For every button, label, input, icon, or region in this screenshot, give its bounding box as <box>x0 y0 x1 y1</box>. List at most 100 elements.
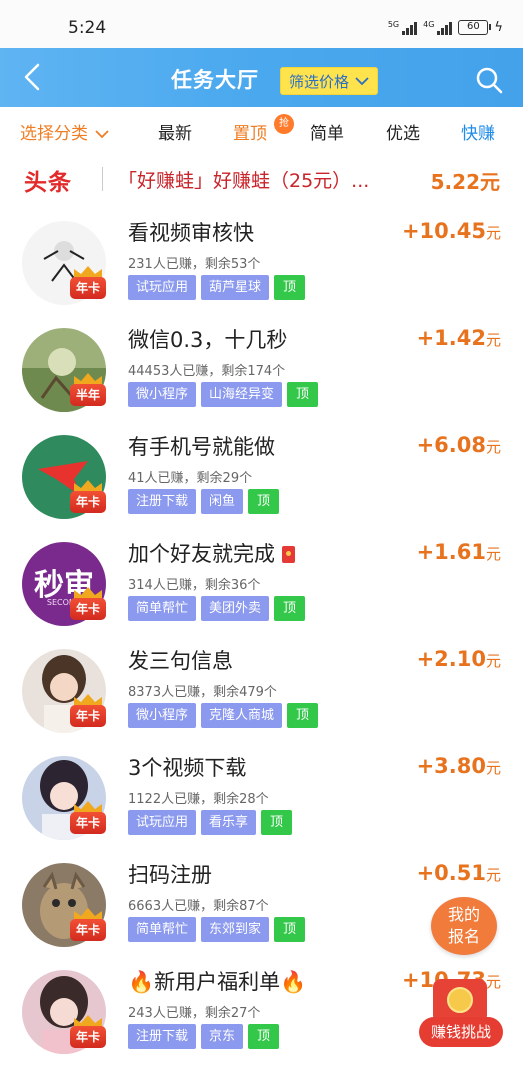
crown-badge: 半年 <box>68 372 108 412</box>
task-price: +10.45元 <box>401 219 501 243</box>
red-envelope-icon <box>281 546 295 563</box>
task-meta: 1122人已赚，剩余28个 <box>128 792 269 807</box>
tab-fast[interactable]: 快赚 <box>461 119 495 144</box>
task-title: 看视频审核快 <box>128 221 254 245</box>
task-tag: 注册下载 <box>128 489 197 514</box>
task-tags: 试玩应用 葫芦星球 顶 <box>128 275 306 300</box>
crown-badge: 年卡 <box>68 586 108 626</box>
task-title: 扫码注册 <box>128 863 212 887</box>
headline-tag: 头条 <box>24 170 72 196</box>
task-tag: 克隆人商城 <box>201 703 283 728</box>
task-tag: 简单帮忙 <box>128 917 197 942</box>
task-avatar: 年卡 <box>22 863 106 947</box>
signal-4g-label: 4G <box>423 19 435 29</box>
task-meta: 6663人已赚，剩余87个 <box>128 899 269 914</box>
page-title: 任务大厅 <box>171 68 259 92</box>
task-row[interactable]: 秒审 SECOND 年卡 加个好友就完成 314人已赚，剩余36个 简单帮忙 美… <box>0 526 523 633</box>
task-row[interactable]: 年卡 3个视频下载 1122人已赚，剩余28个 试玩应用 看乐享 顶 +3.80… <box>0 740 523 847</box>
task-tags: 简单帮忙 东郊到家 顶 <box>128 917 306 942</box>
headline-price: 5.22元 <box>430 170 500 194</box>
coin-icon <box>447 987 473 1013</box>
category-tabs: 选择分类 最新 置顶 简单 优选 快赚 <box>0 107 523 153</box>
my-signup-button[interactable]: 我的 报名 <box>431 897 497 955</box>
task-meta: 44453人已赚，剩余174个 <box>128 364 286 379</box>
task-tag: 美团外卖 <box>201 596 270 621</box>
task-price: +3.80元 <box>416 754 501 778</box>
task-price: +6.08元 <box>416 433 501 457</box>
task-meta: 8373人已赚，剩余479个 <box>128 685 277 700</box>
search-icon[interactable] <box>475 66 503 94</box>
task-title: 🔥新用户福利单🔥 <box>128 970 307 994</box>
app-header: 任务大厅 筛选价格 <box>0 48 523 107</box>
task-title: 有手机号就能做 <box>128 435 275 459</box>
task-top-tag: 顶 <box>261 810 293 835</box>
task-tag: 试玩应用 <box>128 275 197 300</box>
task-row[interactable]: 年卡 看视频审核快 231人已赚，剩余53个 试玩应用 葫芦星球 顶 +10.4… <box>0 205 523 312</box>
signal-4g-icon: 4G <box>423 19 453 35</box>
task-row[interactable]: 年卡 有手机号就能做 41人已赚，剩余29个 注册下载 闲鱼 顶 +6.08元 <box>0 419 523 526</box>
my-signup-line2: 报名 <box>447 927 480 946</box>
task-tag: 葫芦星球 <box>201 275 270 300</box>
task-avatar: 年卡 <box>22 970 106 1054</box>
charging-icon: ϟ <box>494 20 503 35</box>
filter-price-label: 筛选价格 <box>289 72 350 91</box>
battery-level: 60 <box>467 21 480 32</box>
task-top-tag: 顶 <box>248 489 280 514</box>
task-meta: 41人已赚，剩余29个 <box>128 471 253 486</box>
task-avatar: 年卡 <box>22 756 106 840</box>
crown-badge: 年卡 <box>68 800 108 840</box>
task-meta: 314人已赚，剩余36个 <box>128 578 261 593</box>
task-tags: 简单帮忙 美团外卖 顶 <box>128 596 306 621</box>
status-indicators: 5G 4G 60 ϟ <box>388 20 503 35</box>
task-tag: 简单帮忙 <box>128 596 197 621</box>
tab-top[interactable]: 置顶 <box>233 119 267 144</box>
task-tag: 闲鱼 <box>201 489 244 514</box>
task-meta: 243人已赚，剩余27个 <box>128 1006 261 1021</box>
task-row[interactable]: 半年 微信0.3，十几秒 44453人已赚，剩余174个 微小程序 山海经异变 … <box>0 312 523 419</box>
tab-category-label: 选择分类 <box>20 124 88 144</box>
earn-challenge-label: 赚钱挑战 <box>419 1017 503 1047</box>
signal-5g-label: 5G <box>387 19 400 29</box>
task-top-tag: 顶 <box>274 275 306 300</box>
task-avatar: 年卡 <box>22 221 106 305</box>
crown-badge: 年卡 <box>68 479 108 519</box>
filter-price-button[interactable]: 筛选价格 <box>280 67 379 95</box>
tab-category[interactable]: 选择分类 <box>20 119 110 144</box>
task-tag: 山海经异变 <box>201 382 283 407</box>
signal-5g-icon: 5G <box>387 19 418 35</box>
task-tags: 注册下载 闲鱼 顶 <box>128 489 280 514</box>
tab-latest[interactable]: 最新 <box>158 119 192 144</box>
task-title: 加个好友就完成 <box>128 538 295 568</box>
crown-badge: 年卡 <box>68 693 108 733</box>
headline-banner[interactable]: 头条 「好赚蛙」好赚蛙（25元）... 5.22元 <box>0 153 523 205</box>
status-time: 5:24 <box>68 18 107 38</box>
app-root: 5:24 5G 4G 60 ϟ 任务大厅 筛选价格 选择分类 最新 置顶 简单 … <box>0 0 523 1067</box>
task-price: +2.10元 <box>416 647 501 671</box>
task-tags: 注册下载 京东 顶 <box>128 1024 280 1049</box>
task-tags: 试玩应用 看乐享 顶 <box>128 810 293 835</box>
back-icon[interactable] <box>20 62 46 92</box>
task-top-tag: 顶 <box>287 382 319 407</box>
tab-simple[interactable]: 简单 <box>310 119 344 144</box>
task-row[interactable]: 年卡 发三句信息 8373人已赚，剩余479个 微小程序 克隆人商城 顶 +2.… <box>0 633 523 740</box>
task-tag: 注册下载 <box>128 1024 197 1049</box>
task-tags: 微小程序 山海经异变 顶 <box>128 382 319 407</box>
tab-preferred[interactable]: 优选 <box>386 119 420 144</box>
task-title: 3个视频下载 <box>128 756 247 780</box>
task-avatar: 年卡 <box>22 649 106 733</box>
task-meta: 231人已赚，剩余53个 <box>128 257 261 272</box>
chevron-down-icon <box>95 130 110 139</box>
task-tag: 微小程序 <box>128 382 197 407</box>
crown-badge: 年卡 <box>68 1014 108 1054</box>
task-top-tag: 顶 <box>287 703 319 728</box>
battery-icon: 60 <box>458 20 492 35</box>
task-tags: 微小程序 克隆人商城 顶 <box>128 703 319 728</box>
task-tag: 试玩应用 <box>128 810 197 835</box>
headline-text: 「好赚蛙」好赚蛙（25元）... <box>118 170 370 192</box>
headline-divider <box>102 167 103 191</box>
task-price: +0.51元 <box>416 861 501 885</box>
crown-badge: 年卡 <box>68 265 108 305</box>
earn-challenge-button[interactable]: 赚钱挑战 <box>419 979 503 1049</box>
task-top-tag: 顶 <box>274 596 306 621</box>
crown-badge: 年卡 <box>68 907 108 947</box>
